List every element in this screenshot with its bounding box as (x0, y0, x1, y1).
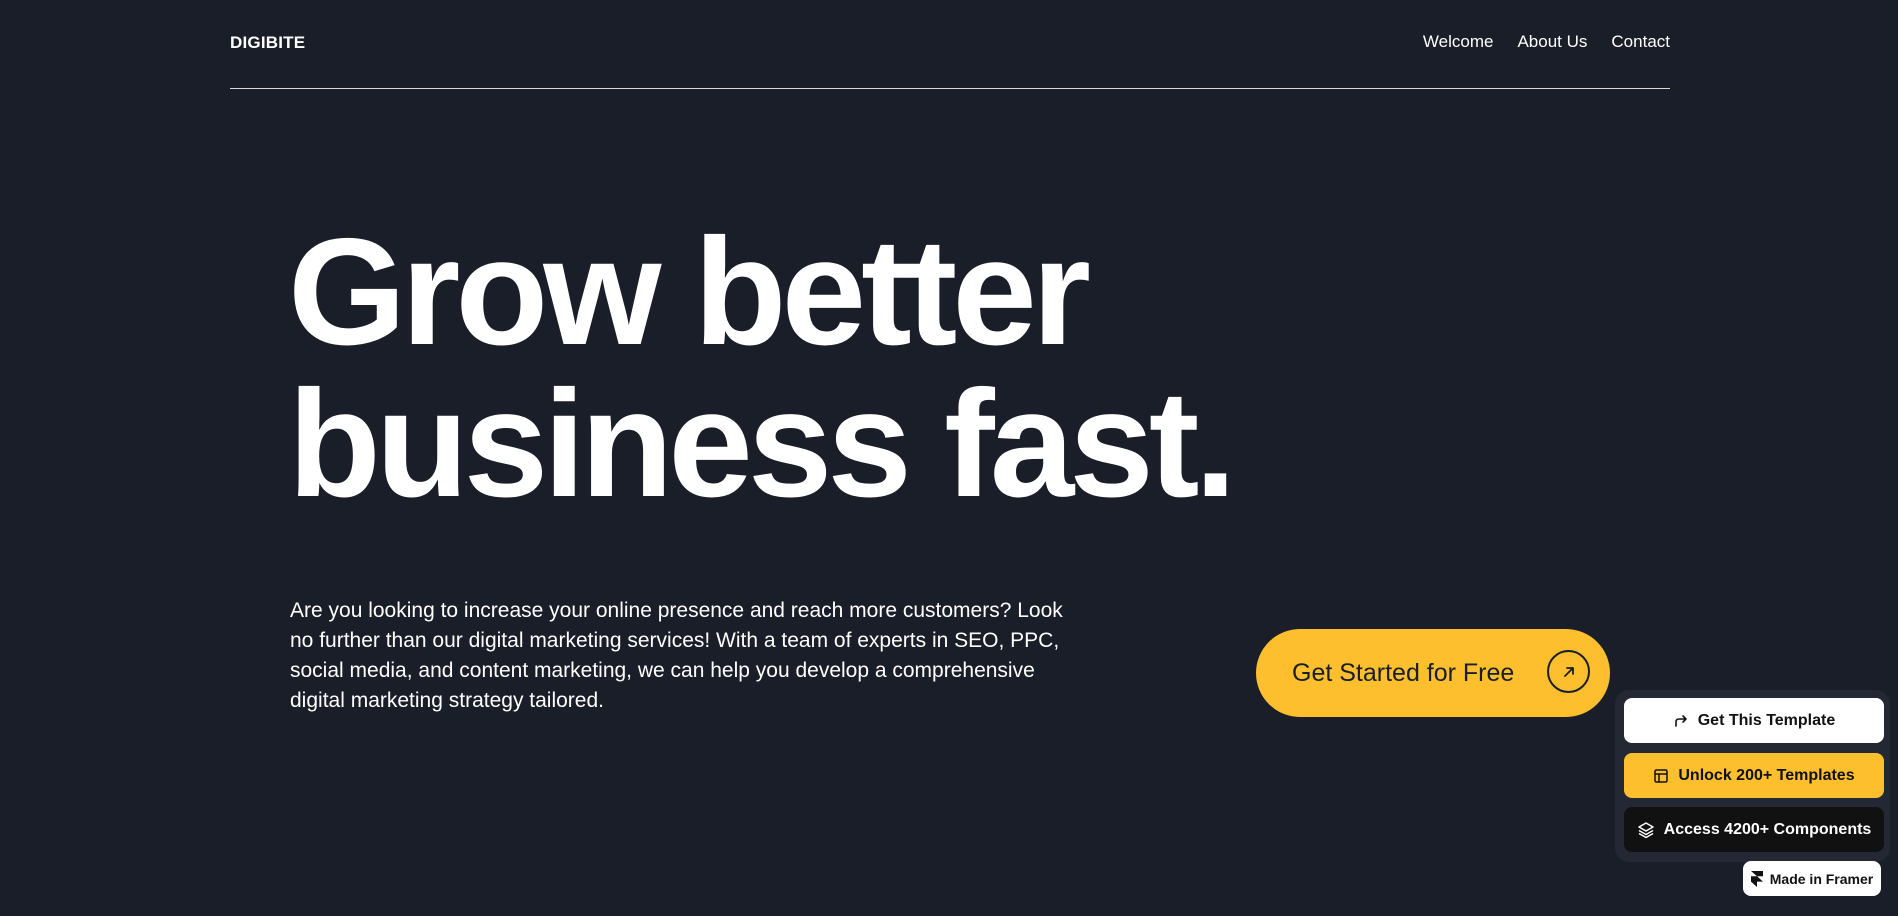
made-in-framer-label: Made in Framer (1769, 870, 1874, 887)
template-promo-panel: Get This Template Unlock 200+ Templates … (1615, 690, 1890, 862)
get-this-template-button[interactable]: Get This Template (1624, 698, 1884, 743)
page: DIGIBITE Welcome About Us Contact Grow b… (0, 0, 1898, 916)
access-components-label: Access 4200+ Components (1663, 820, 1872, 838)
unlock-templates-button[interactable]: Unlock 200+ Templates (1624, 753, 1884, 798)
main-nav: Welcome About Us Contact (1423, 32, 1670, 52)
get-started-label: Get Started for Free (1292, 658, 1515, 687)
hero-title: Grow better business fast. (288, 207, 1237, 529)
nav-contact[interactable]: Contact (1611, 32, 1670, 52)
layout-icon (1653, 768, 1669, 784)
layers-icon (1637, 821, 1655, 839)
nav-welcome[interactable]: Welcome (1423, 32, 1494, 52)
logo[interactable]: DIGIBITE (230, 33, 305, 53)
framer-logo-icon (1750, 870, 1763, 887)
site-header: DIGIBITE Welcome About Us Contact (230, 0, 1670, 89)
nav-about-us[interactable]: About Us (1517, 32, 1587, 52)
arrow-up-right-icon (1547, 650, 1590, 693)
unlock-templates-label: Unlock 200+ Templates (1678, 766, 1855, 784)
hero-description: Are you looking to increase your online … (290, 599, 1063, 712)
access-components-button[interactable]: Access 4200+ Components (1624, 807, 1884, 852)
share-arrow-icon (1673, 713, 1689, 729)
hero-title-line-2: business fast. (288, 359, 1237, 529)
made-in-framer-badge[interactable]: Made in Framer (1743, 861, 1881, 896)
get-started-button[interactable]: Get Started for Free (1256, 629, 1610, 717)
hero-title-line-1: Grow better (288, 207, 1091, 377)
get-this-template-label: Get This Template (1697, 711, 1836, 729)
